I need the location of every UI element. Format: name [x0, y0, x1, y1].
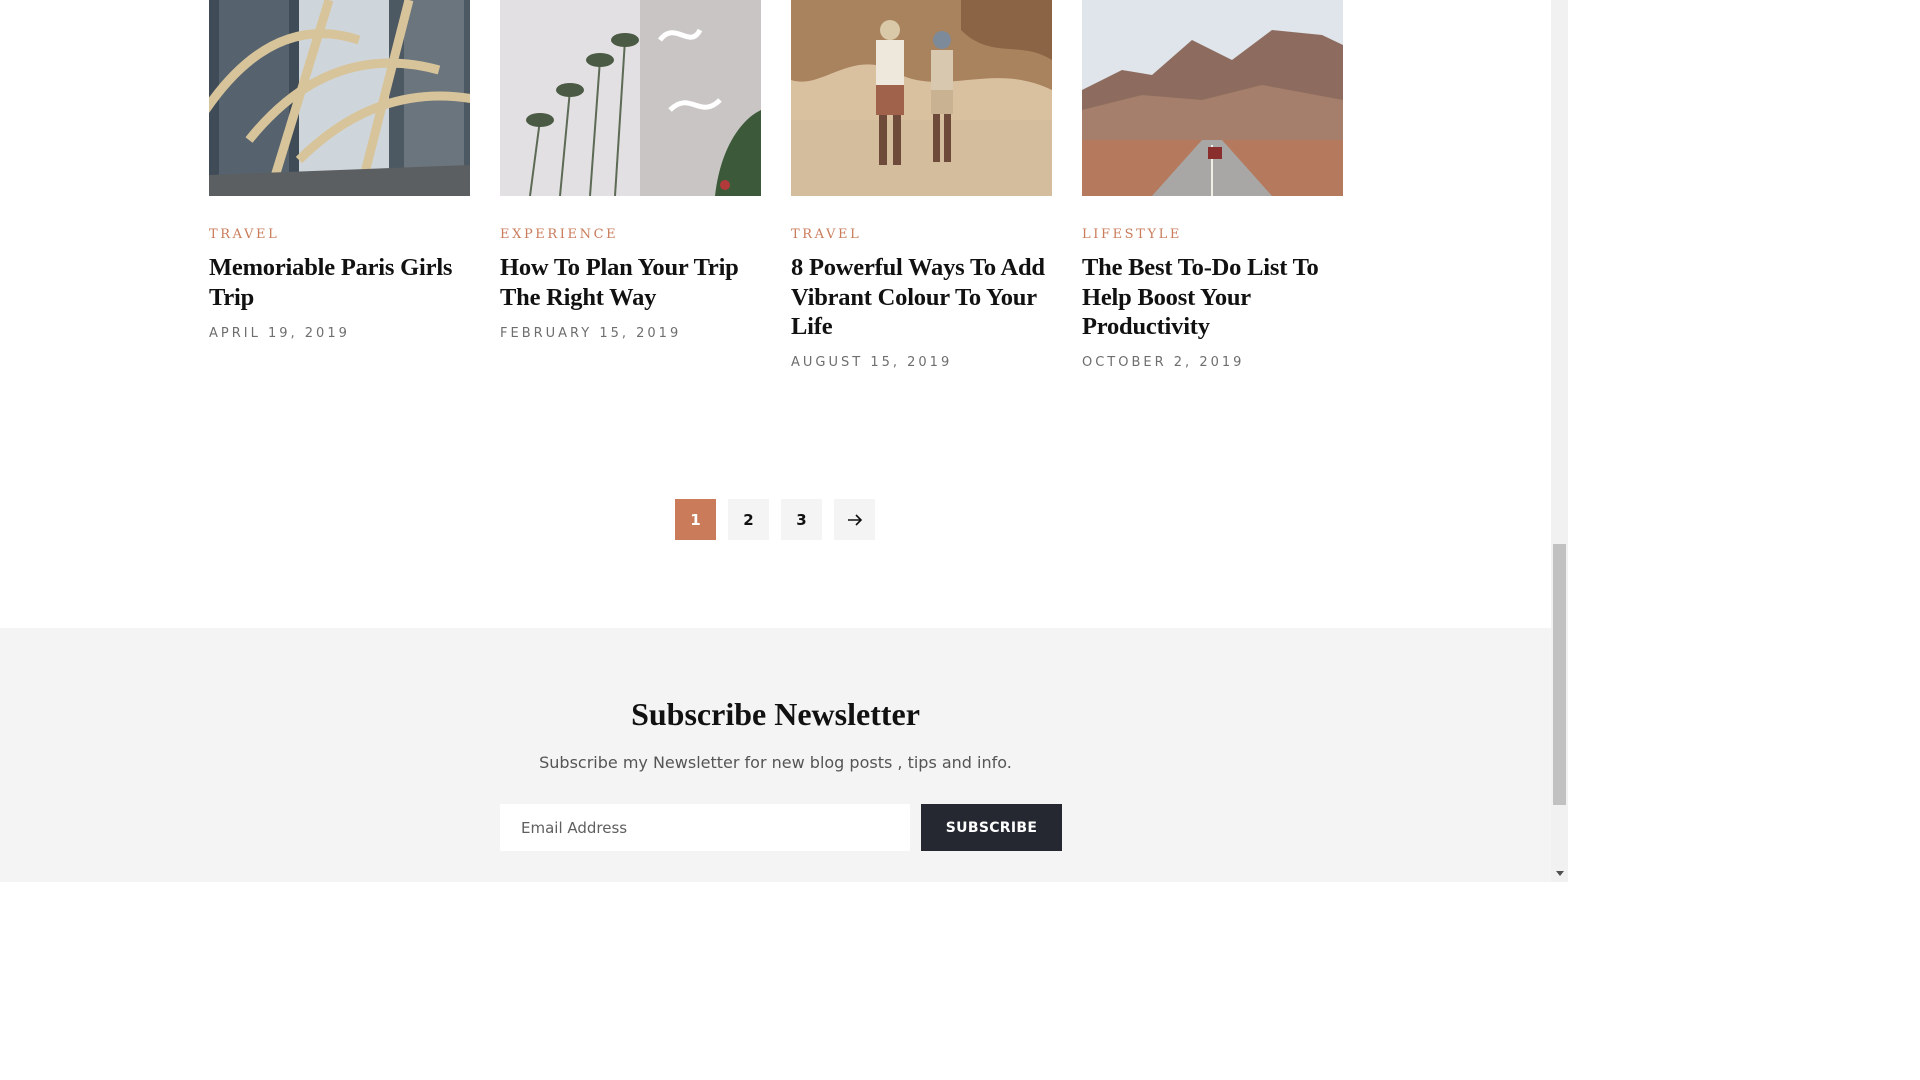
arrow-right-icon	[847, 513, 862, 526]
newsletter-title: Subscribe Newsletter	[631, 696, 920, 732]
post-image-bridge	[209, 0, 470, 196]
page: TRAVEL Memoriable Paris Girls Trip APRIL…	[0, 0, 1551, 882]
post-title[interactable]: 8 Powerful Ways To Add Vibrant Colour To…	[791, 253, 1052, 342]
post-thumbnail-link[interactable]	[1082, 0, 1343, 196]
post-card: TRAVEL 8 Powerful Ways To Add Vibrant Co…	[791, 0, 1052, 370]
page-2-button[interactable]: 2	[728, 499, 769, 540]
post-card: TRAVEL Memoriable Paris Girls Trip APRIL…	[209, 0, 470, 341]
next-page-button[interactable]	[834, 499, 875, 540]
post-title[interactable]: The Best To-Do List To Help Boost Your P…	[1082, 253, 1343, 342]
page-1-button[interactable]: 1	[675, 499, 716, 540]
email-field[interactable]	[500, 804, 910, 851]
post-card: EXPERIENCE How To Plan Your Trip The Rig…	[500, 0, 761, 341]
post-image-desert-road	[1082, 0, 1343, 196]
post-category[interactable]: EXPERIENCE	[500, 227, 618, 242]
post-thumbnail-link[interactable]	[791, 0, 1052, 196]
post-title[interactable]: Memoriable Paris Girls Trip	[209, 253, 470, 312]
scrollbar[interactable]	[1551, 0, 1568, 882]
post-date: APRIL 19, 2019	[209, 326, 350, 341]
subscribe-button[interactable]: SUBSCRIBE	[921, 804, 1062, 851]
scroll-down-arrow-icon[interactable]	[1551, 865, 1568, 882]
post-date: OCTOBER 2, 2019	[1082, 355, 1245, 370]
post-category[interactable]: TRAVEL	[791, 227, 861, 242]
post-card: LIFESTYLE The Best To-Do List To Help Bo…	[1082, 0, 1343, 370]
post-image-palms	[500, 0, 761, 196]
post-category[interactable]: TRAVEL	[209, 227, 279, 242]
post-category[interactable]: LIFESTYLE	[1082, 227, 1182, 242]
post-image-desert-couple	[791, 0, 1052, 196]
post-date: FEBRUARY 15, 2019	[500, 326, 682, 341]
post-title[interactable]: How To Plan Your Trip The Right Way	[500, 253, 761, 312]
post-thumbnail-link[interactable]	[500, 0, 761, 196]
post-thumbnail-link[interactable]	[209, 0, 470, 196]
newsletter-subtitle: Subscribe my Newsletter for new blog pos…	[539, 753, 1012, 772]
page-3-button[interactable]: 3	[781, 499, 822, 540]
scrollbar-thumb[interactable]	[1553, 544, 1566, 805]
post-date: AUGUST 15, 2019	[791, 355, 953, 370]
